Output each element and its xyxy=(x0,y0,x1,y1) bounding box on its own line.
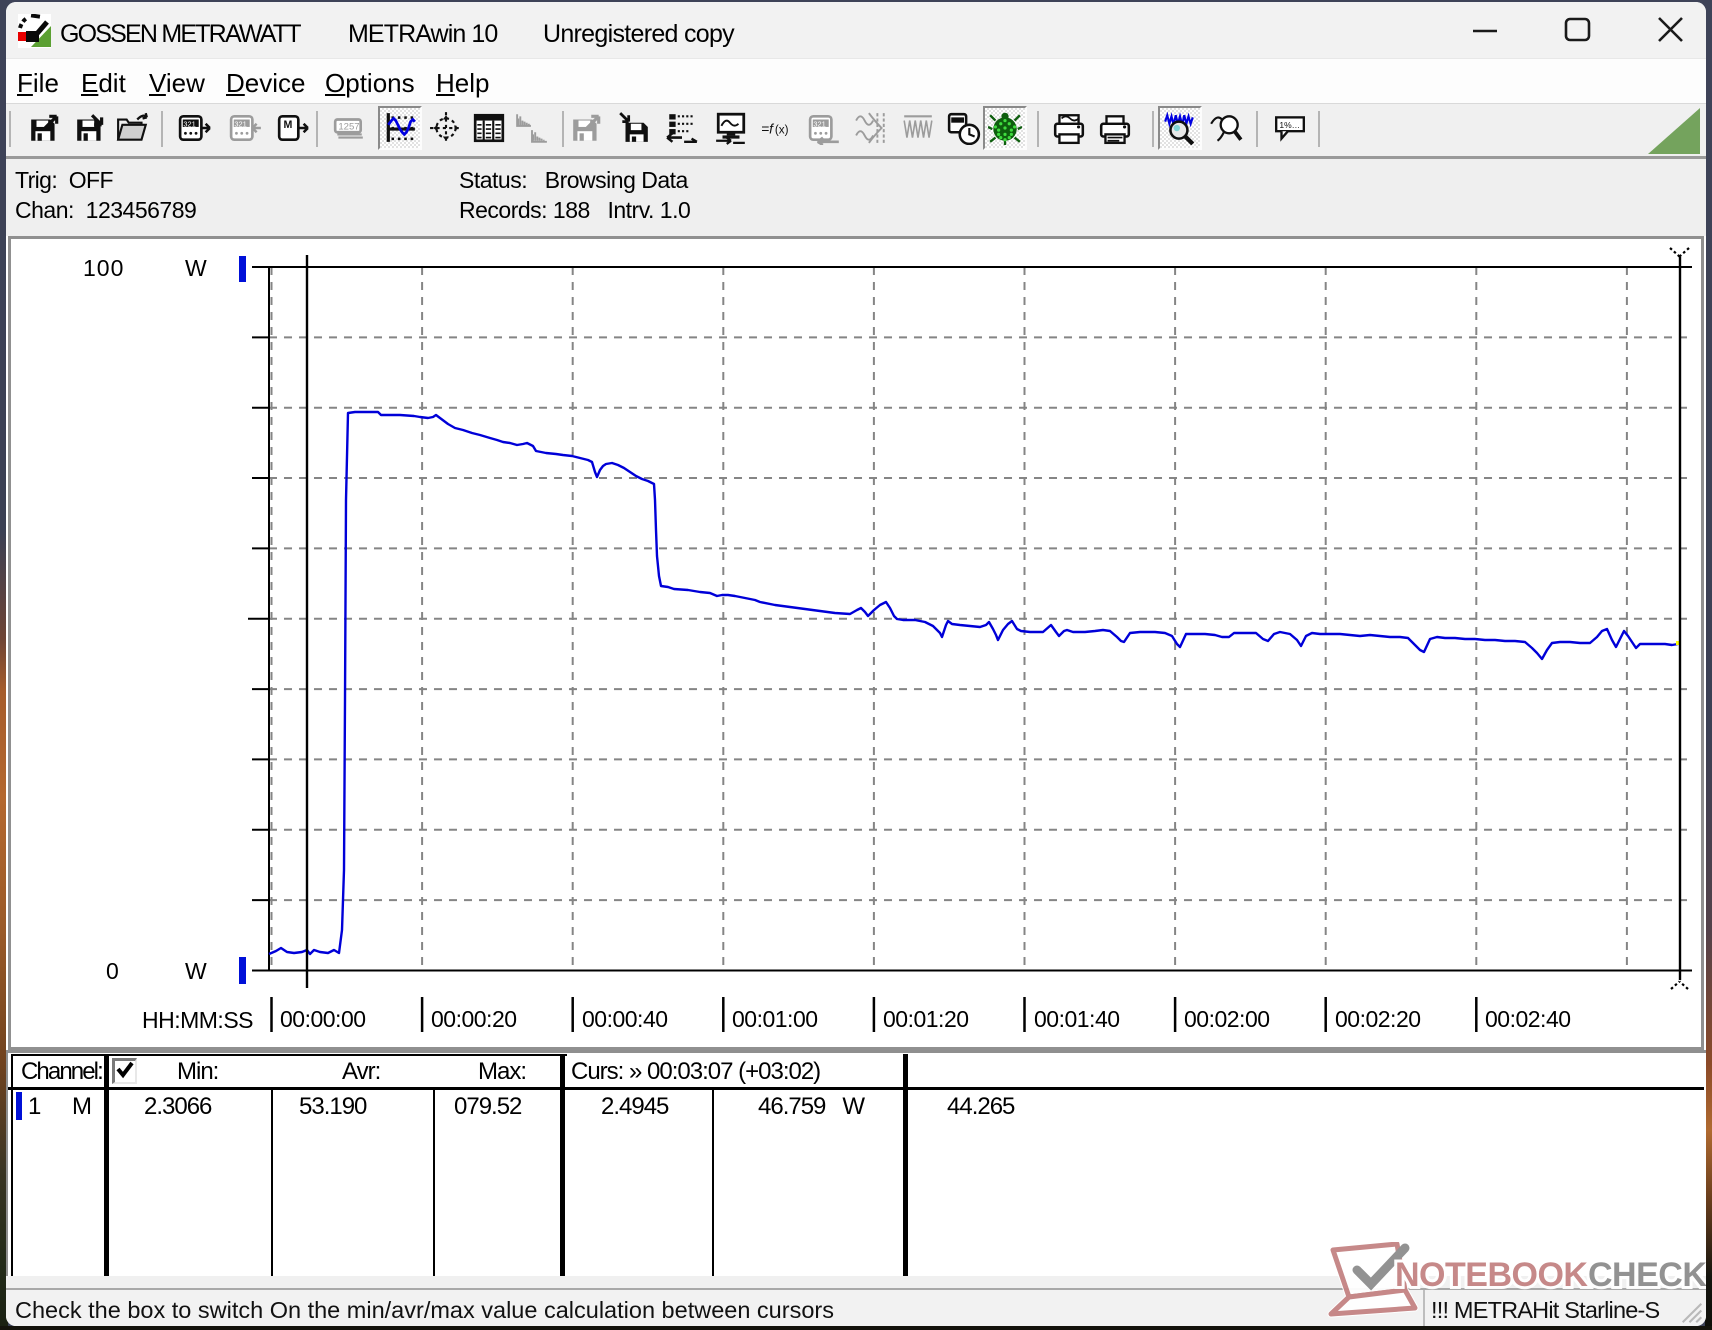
svg-text:321: 321 xyxy=(183,119,195,128)
svg-text:1%…: 1%… xyxy=(1279,120,1300,130)
svg-text:W: W xyxy=(185,255,207,281)
svg-text:CHECK: CHECK xyxy=(1588,1256,1706,1294)
svg-text:NOTEBOOK: NOTEBOOK xyxy=(1395,1256,1588,1294)
svg-text:00:02:20: 00:02:20 xyxy=(1335,1006,1421,1032)
svg-text:00:02:40: 00:02:40 xyxy=(1485,1006,1571,1032)
svg-text:321: 321 xyxy=(813,119,825,128)
svg-text:00:00:40: 00:00:40 xyxy=(582,1006,668,1032)
svg-text:100: 100 xyxy=(83,255,124,281)
svg-text:(x): (x) xyxy=(775,123,789,136)
svg-text:00:02:00: 00:02:00 xyxy=(1184,1006,1270,1032)
svg-text:00:01:40: 00:01:40 xyxy=(1034,1006,1120,1032)
svg-text:321: 321 xyxy=(234,119,246,128)
svg-text:M: M xyxy=(283,119,292,131)
svg-text:00:00:00: 00:00:00 xyxy=(280,1006,366,1032)
svg-text:00:00:20: 00:00:20 xyxy=(431,1006,517,1032)
svg-text:00:01:00: 00:01:00 xyxy=(732,1006,818,1032)
svg-text:W: W xyxy=(185,958,207,984)
svg-text:=f: =f xyxy=(761,120,775,136)
svg-text:HH:MM:SS: HH:MM:SS xyxy=(142,1007,253,1033)
svg-text:00:01:20: 00:01:20 xyxy=(883,1006,969,1032)
svg-text:1257: 1257 xyxy=(338,122,359,133)
svg-text:0: 0 xyxy=(106,958,119,984)
